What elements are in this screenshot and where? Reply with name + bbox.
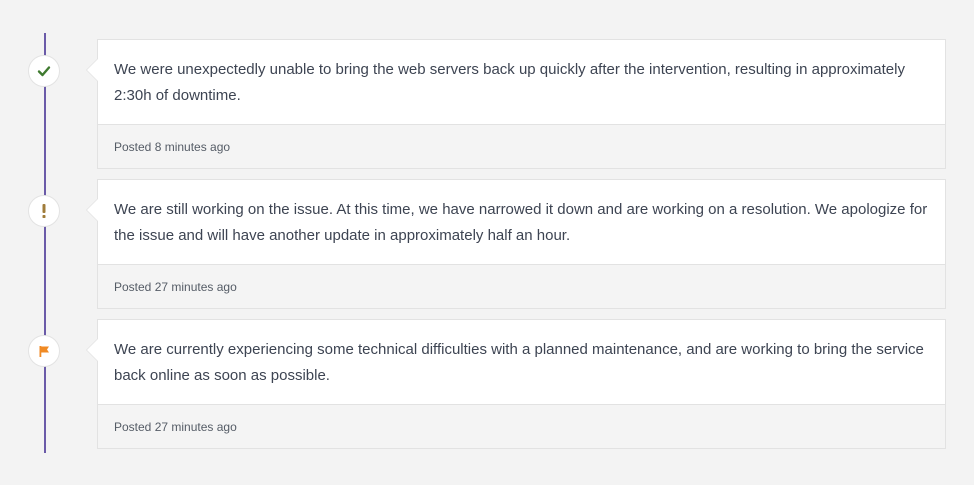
posted-time: Posted 27 minutes ago [114,419,237,434]
status-marker-investigating [28,195,60,227]
flag-icon [37,344,51,358]
status-marker-identified [28,335,60,367]
update-footer: Posted 8 minutes ago [98,124,945,168]
timeline-line [44,33,46,453]
update-footer: Posted 27 minutes ago [98,264,945,308]
status-marker-resolved [28,55,60,87]
update-card: We are still working on the issue. At th… [86,179,946,309]
update-message: We are still working on the issue. At th… [114,201,928,244]
update-footer: Posted 27 minutes ago [98,404,945,448]
update-card: We are currently experiencing some techn… [86,319,946,449]
update-message: We are currently experiencing some techn… [114,341,924,384]
posted-time: Posted 27 minutes ago [114,279,237,294]
check-icon [37,64,51,78]
update-card: We were unexpectedly unable to bring the… [86,39,946,169]
posted-time: Posted 8 minutes ago [114,139,231,154]
update-message: We were unexpectedly unable to bring the… [114,61,905,104]
exclamation-icon [39,203,49,219]
